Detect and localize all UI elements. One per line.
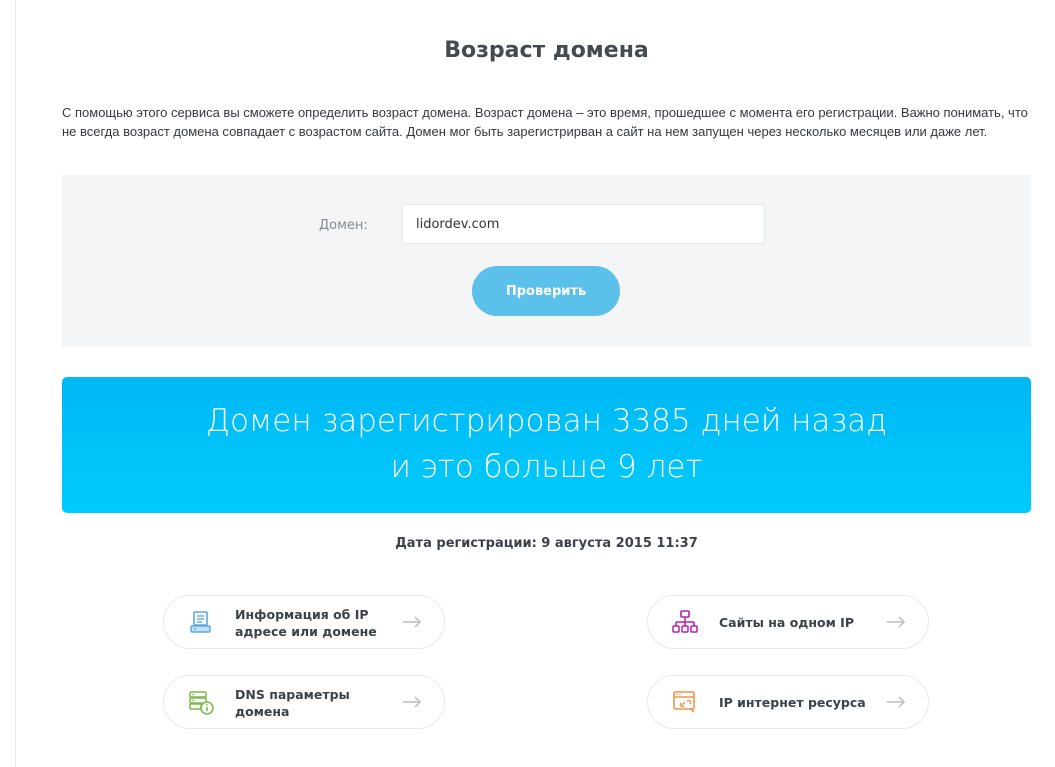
- service-card-sites-one-ip[interactable]: Сайты на одном IP: [647, 595, 929, 649]
- domain-input[interactable]: [402, 204, 765, 244]
- arrow-right-icon: [886, 614, 906, 630]
- dns-info-icon: [188, 689, 214, 715]
- domain-label: Домен:: [319, 218, 368, 233]
- server-doc-icon: [188, 609, 214, 635]
- result-years-text: и это больше 9 лет: [390, 449, 703, 485]
- arrow-right-icon: [402, 614, 422, 630]
- arrow-right-icon: [402, 694, 422, 710]
- check-button[interactable]: Проверить: [472, 266, 620, 316]
- service-card-dns[interactable]: DNS параметры домена: [163, 675, 445, 729]
- browser-link-icon: [672, 689, 698, 715]
- intro-text: С помощью этого сервиса вы сможете опред…: [62, 105, 1028, 139]
- registration-date: Дата регистрации: 9 августа 2015 11:37: [395, 536, 698, 551]
- service-card-label: Сайты на одном IP: [719, 615, 854, 630]
- result-days-text: Домен зарегистрирован 3385 дней назад: [205, 403, 888, 439]
- domain-form: Домен: Проверить: [62, 175, 1031, 347]
- result-banner: Домен зарегистрирован 3385 дней назад и …: [62, 377, 1031, 513]
- page-title: Возраст домена: [444, 38, 649, 63]
- service-card-label: IP интернет ресурса: [719, 695, 866, 710]
- left-divider: [15, 0, 16, 767]
- sitemap-icon: [672, 609, 698, 635]
- service-card-label: Информация об IP адресе или домене: [235, 607, 377, 639]
- service-card-ip-info[interactable]: Информация об IP адресе или домене: [163, 595, 445, 649]
- arrow-right-icon: [886, 694, 906, 710]
- service-card-label: DNS параметры домена: [235, 687, 350, 719]
- service-card-ip-resource[interactable]: IP интернет ресурса: [647, 675, 929, 729]
